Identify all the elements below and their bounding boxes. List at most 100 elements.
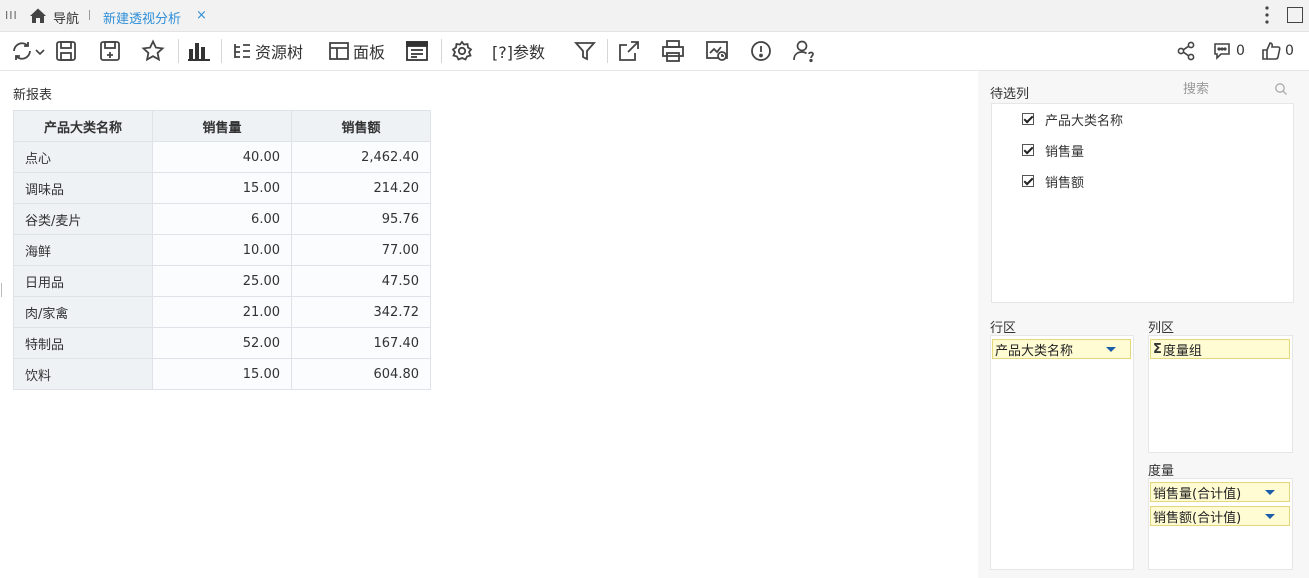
save-as-button[interactable] xyxy=(98,39,122,63)
params-button[interactable]: [?]参数 xyxy=(489,39,545,63)
chevron-down-icon xyxy=(35,49,45,56)
close-icon[interactable]: × xyxy=(196,8,207,23)
user-help-icon xyxy=(793,40,814,63)
schedule-icon xyxy=(706,41,728,61)
quantity-cell: 52.00 xyxy=(152,327,292,359)
panel-icon xyxy=(329,42,349,60)
row-category-cell: 肉/家禽 xyxy=(13,296,153,328)
share-button[interactable] xyxy=(1176,39,1196,63)
toolbar-separator xyxy=(221,39,222,63)
amount-cell: 77.00 xyxy=(291,234,431,266)
row-category-cell: 饮料 xyxy=(13,358,153,390)
column-field-pill-measures[interactable]: Σ 度量组 xyxy=(1150,339,1290,359)
search-icon[interactable] xyxy=(1274,82,1288,96)
field-item-label: 销售额 xyxy=(1045,175,1085,191)
quantity-cell: 10.00 xyxy=(152,234,292,266)
export-icon xyxy=(619,41,639,61)
report-view-icon xyxy=(406,41,428,61)
column-header-quantity[interactable]: 销售量 xyxy=(152,110,292,142)
table-row: 日用品 25.00 47.50 xyxy=(13,265,431,297)
field-search xyxy=(1180,79,1292,99)
favorite-star-icon xyxy=(141,39,165,62)
measure-pill-quantity-sum[interactable]: 销售量(合计值) xyxy=(1150,482,1290,502)
menu-grip-icon[interactable]: III xyxy=(5,9,18,22)
comment-icon xyxy=(1214,43,1230,60)
report-view-button[interactable] xyxy=(405,39,429,63)
table-row: 饮料 15.00 604.80 xyxy=(13,358,431,390)
amount-cell: 214.20 xyxy=(291,172,431,204)
candidate-columns-label: 待选列 xyxy=(990,87,1030,102)
quantity-cell: 6.00 xyxy=(152,203,292,235)
maximize-icon[interactable] xyxy=(1287,7,1303,23)
checkbox-checked-icon[interactable] xyxy=(1022,113,1034,125)
resize-handle[interactable] xyxy=(1,283,3,297)
amount-cell: 167.40 xyxy=(291,327,431,359)
row-field-label: 产品大类名称 xyxy=(995,343,1074,359)
row-category-cell: 日用品 xyxy=(13,265,153,297)
alert-button[interactable] xyxy=(749,39,773,63)
favorite-button[interactable] xyxy=(141,39,165,63)
toolbar-separator xyxy=(441,39,442,63)
resource-tree-button[interactable]: 资源树 xyxy=(232,39,303,63)
print-icon xyxy=(662,40,684,62)
alert-icon xyxy=(751,41,771,61)
field-item-label: 产品大类名称 xyxy=(1045,113,1124,129)
measure-field-label: 销售额(合计值) xyxy=(1153,510,1242,526)
table-row: 特制品 52.00 167.40 xyxy=(13,327,431,359)
settings-button[interactable] xyxy=(450,39,474,63)
panel-button[interactable]: 面板 xyxy=(328,39,385,63)
caret-down-icon[interactable] xyxy=(1106,347,1116,352)
export-button[interactable] xyxy=(617,39,641,63)
checkbox-checked-icon[interactable] xyxy=(1022,175,1034,187)
quantity-cell: 15.00 xyxy=(152,358,292,390)
refresh-button[interactable] xyxy=(10,39,46,63)
row-category-cell: 特制品 xyxy=(13,327,153,359)
amount-cell: 2,462.40 xyxy=(291,141,431,173)
print-button[interactable] xyxy=(661,39,685,63)
quantity-cell: 40.00 xyxy=(152,141,292,173)
row-field-pill-category[interactable]: 产品大类名称 xyxy=(992,339,1131,359)
like-button[interactable]: 0 xyxy=(1261,39,1294,63)
row-area-dropzone[interactable] xyxy=(990,335,1134,570)
field-item-label: 销售量 xyxy=(1045,144,1085,160)
like-count: 0 xyxy=(1285,43,1294,59)
comment-button[interactable]: 0 xyxy=(1212,39,1245,63)
more-vertical-icon[interactable] xyxy=(1260,5,1274,25)
toolbar-separator xyxy=(607,39,608,63)
report-title: 新报表 xyxy=(13,88,53,103)
caret-down-icon[interactable] xyxy=(1265,490,1275,495)
home-icon[interactable] xyxy=(28,6,48,26)
amount-cell: 342.72 xyxy=(291,296,431,328)
column-header-amount[interactable]: 销售额 xyxy=(291,110,431,142)
quantity-cell: 21.00 xyxy=(152,296,292,328)
field-item-quantity[interactable]: 销售量 xyxy=(1022,141,1085,160)
filter-button[interactable] xyxy=(573,39,597,63)
field-item-amount[interactable]: 销售额 xyxy=(1022,172,1085,191)
table-row: 海鲜 10.00 77.00 xyxy=(13,234,431,266)
measure-pill-amount-sum[interactable]: 销售额(合计值) xyxy=(1150,506,1290,526)
nav-tab-label[interactable]: 导航 xyxy=(53,8,79,27)
sigma-icon: Σ xyxy=(1153,341,1162,357)
row-area-label: 行区 xyxy=(990,321,1017,336)
table-row: 肉/家禽 21.00 342.72 xyxy=(13,296,431,328)
row-category-cell: 点心 xyxy=(13,141,153,173)
column-area-label: 列区 xyxy=(1148,321,1175,336)
candidate-columns-list xyxy=(991,103,1294,303)
user-help-button[interactable] xyxy=(792,39,818,63)
field-item-category[interactable]: 产品大类名称 xyxy=(1022,110,1124,129)
column-header-category[interactable]: 产品大类名称 xyxy=(13,110,153,142)
tab-active-analysis[interactable]: 新建透视分析 xyxy=(103,8,181,27)
save-button[interactable] xyxy=(54,39,78,63)
resource-tree-label: 资源树 xyxy=(255,43,304,62)
table-row: 调味品 15.00 214.20 xyxy=(13,172,431,204)
save-as-icon xyxy=(100,41,120,61)
quantity-cell: 15.00 xyxy=(152,172,292,204)
chart-button[interactable] xyxy=(187,39,211,63)
schedule-button[interactable] xyxy=(705,39,729,63)
caret-down-icon[interactable] xyxy=(1265,514,1275,519)
like-icon xyxy=(1262,42,1281,60)
checkbox-checked-icon[interactable] xyxy=(1022,144,1034,156)
refresh-icon xyxy=(13,42,31,60)
panel-label: 面板 xyxy=(353,43,386,62)
row-category-cell: 调味品 xyxy=(13,172,153,204)
